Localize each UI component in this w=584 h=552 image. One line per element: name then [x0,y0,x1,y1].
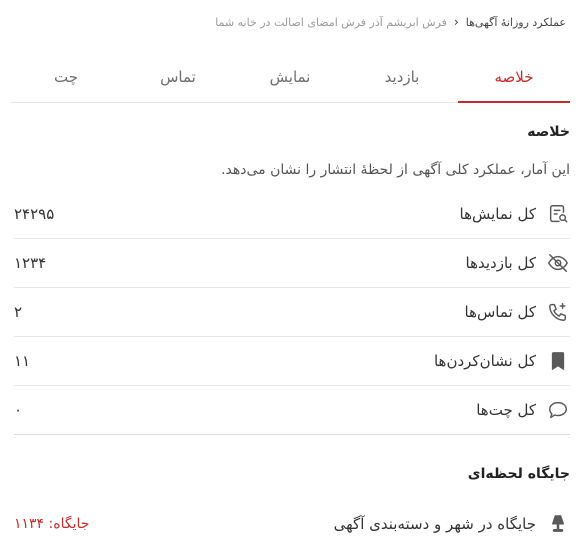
stat-value: ۱۱ [14,352,31,370]
breadcrumb: عملکرد روزانهٔ آگهی‌ها ‹ فرش ابریشم آذر … [18,12,566,32]
stats-list: کل نمایش‌ها ۲۴۲۹۵ کل بازدیدها ۱۲۳۴ [14,190,570,435]
eye-off-icon [546,251,570,275]
rank-row: جایگاه در شهر و دسته‌بندی آگهی جایگاه: ۱… [14,506,570,542]
stat-value: ۲۴۲۹۵ [14,205,55,223]
summary-title: خلاصه [527,124,570,140]
rank-title: جایگاه لحظه‌ای [467,466,570,482]
stat-row-impressions: کل نمایش‌ها ۲۴۲۹۵ [14,190,570,239]
chat-icon [546,398,570,422]
ad-stats-page: عملکرد روزانهٔ آگهی‌ها ‹ فرش ابریشم آذر … [0,0,584,552]
stat-label: کل تماس‌ها [464,303,536,321]
tab-bar: خلاصه بازدید نمایش تماس چت [10,58,570,103]
rank-value: جایگاه: ۱۱۳۴ [14,516,90,532]
rank-label: جایگاه در شهر و دسته‌بندی آگهی [333,515,536,533]
stat-row-chats: کل چت‌ها ۰ [14,386,570,435]
stat-label: کل بازدیدها [465,254,536,272]
stat-value: ۲ [14,303,23,321]
lamp-icon [546,512,570,536]
stat-label: کل نمایش‌ها [459,205,536,223]
stat-row-views: کل بازدیدها ۱۲۳۴ [14,239,570,288]
tab-contacts[interactable]: تماس [122,58,234,102]
chevron-left-icon: ‹ [453,15,459,29]
tab-chats[interactable]: چت [10,58,122,102]
bookmark-icon [546,349,570,373]
tab-summary[interactable]: خلاصه [458,58,570,103]
breadcrumb-item-ad-title: فرش ابریشم آذر فرش امضای اصالت در خانه ش… [215,15,447,29]
tab-impressions[interactable]: نمایش [234,58,346,102]
stat-row-contacts: کل تماس‌ها ۲ [14,288,570,337]
breadcrumb-item-daily-performance[interactable]: عملکرد روزانهٔ آگهی‌ها [466,16,566,29]
phone-icon [546,300,570,324]
stat-row-bookmarks: کل نشان‌کردن‌ها ۱۱ [14,337,570,386]
search-document-icon [546,202,570,226]
tab-views[interactable]: بازدید [346,58,458,102]
stat-label: کل چت‌ها [476,401,536,419]
stat-value: ۱۲۳۴ [14,254,47,272]
summary-description: این آمار، عملکرد کلی آگهی از لحظهٔ انتشا… [221,162,570,178]
stat-label: کل نشان‌کردن‌ها [433,352,536,370]
stat-value: ۰ [14,401,23,419]
